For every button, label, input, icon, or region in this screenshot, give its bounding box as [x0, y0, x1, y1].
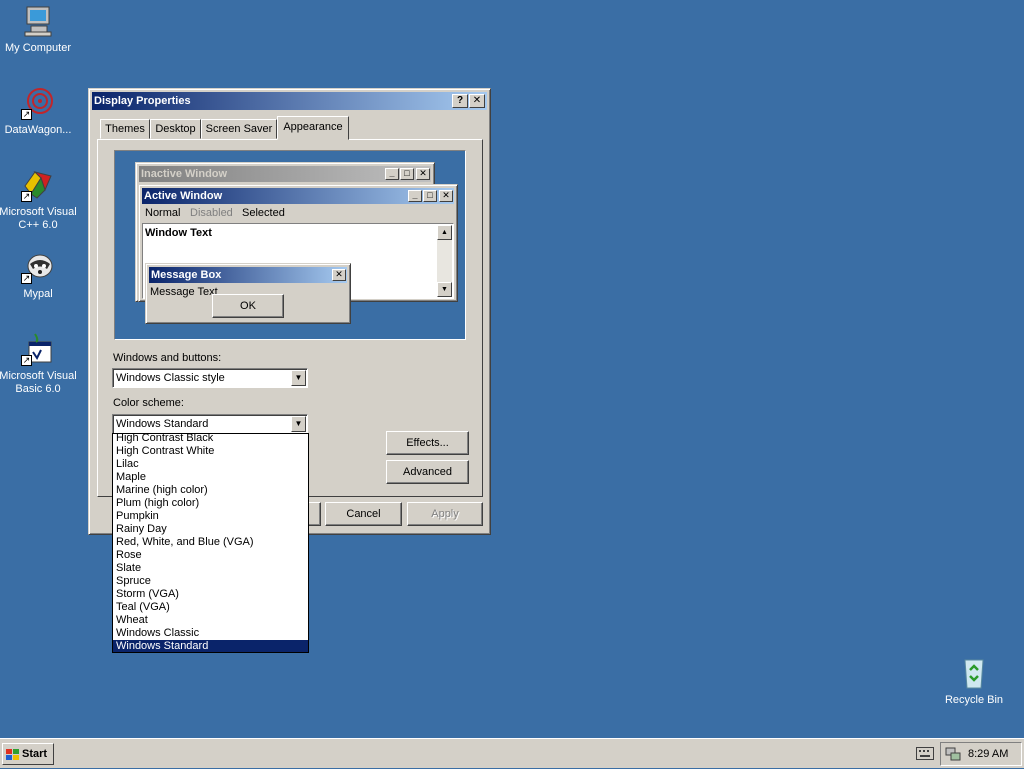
color-scheme-label: Color scheme:	[113, 397, 184, 409]
preview-active-title: Active Window	[144, 190, 223, 202]
dropdown-item-slate[interactable]: Slate	[113, 562, 308, 575]
preview-inactive-titlebar: Inactive Window _ □ ✕	[139, 166, 431, 182]
dropdown-item-storm[interactable]: Storm (VGA)	[113, 588, 308, 601]
tab-desktop[interactable]: Desktop	[150, 119, 201, 139]
chevron-down-icon[interactable]: ▼	[291, 416, 306, 432]
preview-menu-normal: Normal	[145, 207, 181, 219]
windows-logo-icon	[6, 748, 20, 768]
tab-appearance[interactable]: Appearance	[277, 116, 349, 140]
help-button[interactable]: ?	[452, 94, 468, 108]
preview-close-icon: ✕	[439, 190, 453, 202]
desktop-icon-datawagon[interactable]: ↗ DataWagon...	[0, 86, 78, 137]
preview-maximize-icon: □	[400, 168, 414, 180]
desktop-icon-label: Microsoft Visual C++ 6.0	[0, 206, 77, 231]
shortcut-arrow-icon: ↗	[21, 191, 32, 202]
preview-message-text: Message Text	[150, 286, 218, 298]
dropdown-item-marine[interactable]: Marine (high color)	[113, 484, 308, 497]
desktop-icon-label: Microsoft Visual Basic 6.0	[0, 370, 77, 395]
preview-minimize-icon: _	[408, 190, 422, 202]
dropdown-item-spruce[interactable]: Spruce	[113, 575, 308, 588]
windows-buttons-label: Windows and buttons:	[113, 352, 222, 364]
dropdown-item-lilac[interactable]: Lilac	[113, 458, 308, 471]
dropdown-item-rose[interactable]: Rose	[113, 549, 308, 562]
dropdown-item-high-contrast-white[interactable]: High Contrast White	[113, 445, 308, 458]
scroll-down-icon: ▼	[437, 282, 452, 297]
visual-cpp-icon: ↗	[21, 168, 55, 202]
preview-message-box-title: Message Box	[151, 269, 222, 281]
desktop-icon-visual-cpp[interactable]: ↗ Microsoft Visual C++ 6.0	[0, 168, 78, 232]
desktop-icon-label: Mypal	[23, 288, 53, 300]
shortcut-arrow-icon: ↗	[21, 355, 32, 366]
visual-basic-icon: ↗	[21, 332, 55, 366]
preview-active-titlebar: Active Window _ □ ✕	[142, 188, 454, 204]
start-button[interactable]: Start	[2, 743, 54, 765]
start-label: Start	[22, 748, 48, 760]
shortcut-arrow-icon: ↗	[21, 273, 32, 284]
dropdown-item-windows-classic[interactable]: Windows Classic	[113, 627, 308, 640]
preview-message-box-titlebar: Message Box ✕	[149, 267, 347, 283]
chevron-down-icon[interactable]: ▼	[291, 370, 306, 386]
dropdown-item-teal[interactable]: Teal (VGA)	[113, 601, 308, 614]
preview-minimize-icon: _	[385, 168, 399, 180]
close-button[interactable]: ✕	[469, 94, 485, 108]
preview-window-text: Window Text	[145, 227, 212, 239]
desktop-icon-recycle-bin[interactable]: Recycle Bin	[934, 656, 1014, 707]
network-icon[interactable]	[945, 747, 961, 769]
desktop-icon-label: My Computer	[4, 42, 72, 54]
desktop-icon-my-computer[interactable]: My Computer	[0, 4, 78, 55]
dropdown-item-plum[interactable]: Plum (high color)	[113, 497, 308, 510]
advanced-button[interactable]: Advanced	[386, 460, 469, 484]
preview-menu-selected: Selected	[242, 207, 285, 219]
dropdown-item-red-white-blue[interactable]: Red, White, and Blue (VGA)	[113, 536, 308, 549]
my-computer-icon	[21, 4, 55, 38]
scroll-up-icon: ▲	[437, 225, 452, 240]
system-tray: 8:29 AM	[940, 742, 1022, 766]
tab-themes[interactable]: Themes	[100, 119, 150, 139]
preview-close-icon: ✕	[416, 168, 430, 180]
windows-buttons-value: Windows Classic style	[116, 372, 225, 384]
window-title: Display Properties	[94, 95, 191, 107]
dropdown-item-maple[interactable]: Maple	[113, 471, 308, 484]
effects-button[interactable]: Effects...	[386, 431, 469, 455]
window-titlebar[interactable]: Display Properties ? ✕	[92, 92, 487, 110]
desktop-icon-visual-basic[interactable]: ↗ Microsoft Visual Basic 6.0	[0, 332, 78, 396]
dropdown-item-high-contrast-black[interactable]: High Contrast Black	[113, 434, 308, 445]
keyboard-icon[interactable]	[916, 747, 934, 763]
shortcut-arrow-icon: ↗	[21, 109, 32, 120]
desktop-icon-label: DataWagon...	[4, 124, 72, 136]
preview-ok-button: OK	[212, 294, 284, 318]
desktop-icon-mypal[interactable]: ↗ Mypal	[0, 250, 78, 301]
preview-maximize-icon: □	[423, 190, 437, 202]
recycle-bin-icon	[957, 656, 991, 690]
dropdown-item-rainy-day[interactable]: Rainy Day	[113, 523, 308, 536]
datawagon-icon: ↗	[21, 86, 55, 120]
appearance-preview: Inactive Window _ □ ✕ Active Window _ □ …	[114, 150, 466, 340]
dropdown-item-pumpkin[interactable]: Pumpkin	[113, 510, 308, 523]
color-scheme-dropdown-list: High Contrast Black High Contrast White …	[112, 433, 309, 653]
color-scheme-select[interactable]: Windows Standard ▼	[112, 414, 308, 434]
dropdown-item-windows-standard[interactable]: Windows Standard	[113, 640, 308, 652]
taskbar: Start 8:29 AM	[0, 738, 1024, 768]
desktop-icon-label: Recycle Bin	[944, 694, 1004, 706]
cancel-button[interactable]: Cancel	[325, 502, 402, 526]
dropdown-item-wheat[interactable]: Wheat	[113, 614, 308, 627]
mypal-icon: ↗	[21, 250, 55, 284]
preview-inactive-title: Inactive Window	[141, 168, 228, 180]
preview-message-box: Message Box ✕ Message Text OK	[145, 263, 351, 324]
preview-scrollbar: ▲ ▼	[437, 225, 452, 297]
apply-button[interactable]: Apply	[407, 502, 483, 526]
preview-menu-disabled: Disabled	[190, 207, 233, 219]
color-scheme-value: Windows Standard	[116, 418, 209, 430]
tab-screen-saver[interactable]: Screen Saver	[201, 119, 277, 139]
clock[interactable]: 8:29 AM	[968, 743, 1008, 765]
preview-close-icon: ✕	[332, 269, 346, 281]
windows-buttons-select[interactable]: Windows Classic style ▼	[112, 368, 308, 388]
